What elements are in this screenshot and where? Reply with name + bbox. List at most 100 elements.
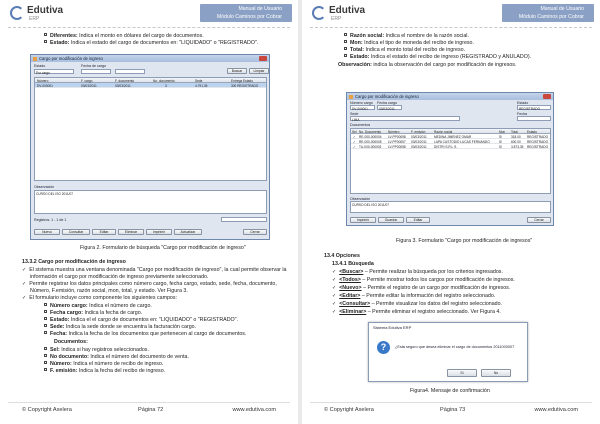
check-bullet-icon: ✓ <box>332 269 337 275</box>
square-bullet-icon <box>44 40 47 43</box>
observacion-field: CURSO DEL ISO 2011/07 <box>34 190 267 214</box>
option-item: ✓ <Consultar> – Permite visualizar los da… <box>332 301 503 307</box>
header-divider <box>310 27 592 28</box>
app-icon <box>349 94 353 99</box>
doc-item: F. emisión: Indica la fecha del recibo d… <box>44 368 165 375</box>
page-header: Edutiva ERP Manual de Usuario Módulo Cam… <box>0 0 298 26</box>
body-line: ✓ El sistema muestra una ventana denomina… <box>22 267 287 273</box>
check-bullet-icon: ✓ <box>22 267 27 273</box>
subsection-title: 13.4.1 Búsqueda <box>332 261 374 267</box>
section-title: 13.4 Opciones <box>324 253 360 259</box>
bullet-item: Mon: Indica el tipo de moneda del recibo… <box>344 40 474 47</box>
guardar-button: Guardar <box>378 217 404 223</box>
header-banner: Manual de Usuario Módulo Caminos por Cob… <box>200 4 292 22</box>
manual-title: Manual de Usuario <box>540 6 584 12</box>
results-grid: Número F. cargo F. documento No. documen… <box>34 77 267 181</box>
square-bullet-icon <box>44 347 47 350</box>
square-bullet-icon <box>44 303 47 306</box>
yes-button: Sí <box>447 369 477 377</box>
bullet-item: Estado: Indica el estado del recibo de i… <box>344 54 531 61</box>
option-item: ✓ <Nuevo> – Permite el registro de un car… <box>332 285 511 291</box>
limpiar-button: Limpiar <box>249 68 269 74</box>
page-number: Página 73 <box>440 407 466 413</box>
cerrar-button: Cerrar <box>243 229 267 235</box>
check-bullet-icon: ✓ <box>332 293 337 299</box>
body-line: ✓ El formulario incluye como componente l… <box>22 295 177 301</box>
fecha-cargo-field: 03/03/2011 <box>377 105 402 111</box>
imprimir-button: Imprimir <box>146 229 172 235</box>
cerrar-button: Cerrar <box>527 217 551 223</box>
bullet-item: Total: Indica el monto total del recibo … <box>344 47 465 54</box>
body-line: información el cargo por modificación de… <box>30 274 209 280</box>
fecha-field <box>517 116 551 121</box>
fecha-hasta-field <box>115 69 145 74</box>
consultar-button: Consultar <box>62 229 90 235</box>
brand-sub: ERP <box>29 16 40 22</box>
estado-field: REGISTRADO <box>517 105 551 111</box>
bullet-item: Estado: Indica el estado del cargo de do… <box>44 40 258 47</box>
check-bullet-icon: ✓ <box>332 277 337 283</box>
confirm-dialog-screenshot: Sistema Edutiva ERP ? ¿Está seguro que d… <box>368 322 528 382</box>
module-title: Módulo Caminos por Cobrar <box>518 14 584 20</box>
square-bullet-icon <box>44 361 47 364</box>
square-bullet-icon <box>44 324 47 327</box>
question-icon: ? <box>377 341 390 354</box>
brand-logo: Edutiva ERP <box>10 5 80 23</box>
square-bullet-icon <box>344 40 347 43</box>
field-item: Sede: Indica la sede donde se encuentra … <box>44 324 196 331</box>
square-bullet-icon <box>44 317 47 320</box>
brand-logo: Edutiva ERP <box>312 5 382 23</box>
brand-name: Edutiva <box>27 5 64 16</box>
option-item: ✓ <Buscar> – Permite realizar la búsqueda… <box>332 269 503 275</box>
doc-item: Número: Indica el número de recibo de in… <box>44 361 163 368</box>
check-bullet-icon: ✓ <box>332 309 337 315</box>
field-item: Estado: Indica el el cargo de documentos… <box>44 317 238 324</box>
imprimir-button: Imprimir <box>350 217 376 223</box>
form-window-screenshot: Cargo por modificación de ingreso Número… <box>346 92 554 226</box>
footer-divider <box>8 402 290 403</box>
left-page: Edutiva ERP Manual de Usuario Módulo Cam… <box>0 0 298 424</box>
doc-item: No documento: Indica el número del docum… <box>44 354 189 361</box>
bullet-item: Diferentes: Indica el monto en dólares d… <box>44 33 204 40</box>
app-icon <box>33 56 37 61</box>
docs-title: Documentos: <box>54 339 88 345</box>
body-line: Número, F.emisión, razón social, mon, to… <box>30 288 188 294</box>
window-titlebar: Cargo por modificación de ingreso <box>31 55 269 62</box>
manual-title: Manual de Usuario <box>238 6 282 12</box>
doc-item: Sel: Indica si hay registros seleccionad… <box>44 347 149 354</box>
square-bullet-icon <box>344 54 347 57</box>
fecha-desde-field <box>81 69 111 74</box>
option-item: ✓ <Editar> – Permite editar la informació… <box>332 293 496 299</box>
dialog-title: Sistema Edutiva ERP <box>373 325 412 330</box>
square-bullet-icon <box>44 354 47 357</box>
header-banner: Manual de Usuario Módulo Caminos por Cob… <box>502 4 594 22</box>
close-icon <box>543 94 551 99</box>
close-icon <box>259 56 267 61</box>
eliminar-button: Eliminar <box>118 229 144 235</box>
documents-grid: Sel No. Documento Número F. emisión Razó… <box>350 128 551 194</box>
estado-select: Por cargo <box>34 69 74 75</box>
footer-copyright: © Copyright Axelera <box>22 407 72 413</box>
square-bullet-icon <box>44 310 47 313</box>
header-divider <box>8 27 290 28</box>
square-bullet-icon <box>344 47 347 50</box>
section-title: 13.3.2 Cargo por modificación de ingreso <box>22 259 126 265</box>
check-bullet-icon: ✓ <box>22 295 27 301</box>
page-number: Página 72 <box>138 407 164 413</box>
figure4-caption: Figura4. Mensaje de confirmación <box>410 388 490 394</box>
footer-website: www.edutiva.com <box>534 407 578 413</box>
body-line: ✓ Permite registrar los datos principales… <box>22 281 277 287</box>
brand-sub: ERP <box>331 16 342 22</box>
figure-caption: Figura 2. Formulario de búsqueda "Cargo … <box>80 245 246 251</box>
pager <box>221 217 267 222</box>
module-title: Módulo Caminos por Cobrar <box>216 14 282 20</box>
table-row: DV-000001 03/03/2011 03/03/2011 3 4.791,… <box>35 83 266 88</box>
search-window-screenshot: Cargo por modificación de ingreso Estado… <box>30 54 270 240</box>
window-titlebar: Cargo por modificación de ingreso <box>347 93 553 100</box>
no-button: No <box>481 369 511 377</box>
square-bullet-icon <box>44 331 47 334</box>
bullet-item: Razón social: Indica el nombre de la raz… <box>344 33 469 40</box>
editar-button: Editar <box>406 217 430 223</box>
square-bullet-icon <box>344 33 347 36</box>
field-item: Fecha cargo: Indica la fecha de cargo. <box>44 310 142 317</box>
